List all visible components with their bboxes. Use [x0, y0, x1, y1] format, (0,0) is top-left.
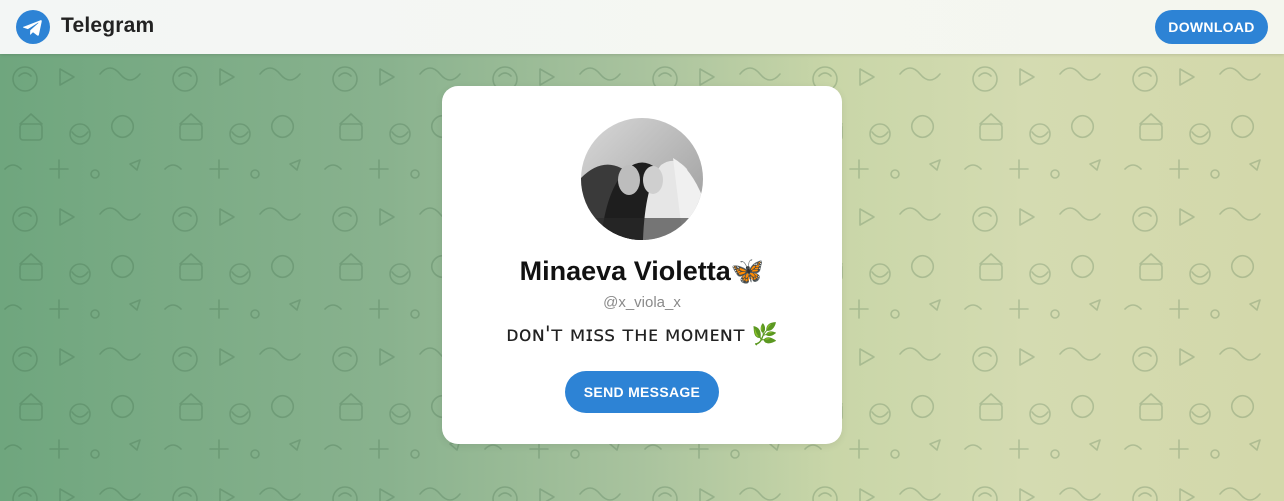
profile-username: @x_viola_x	[603, 294, 681, 311]
profile-bio: ᴅᴏɴ'ᴛ ᴍɪss ᴛʜᴇ ᴍᴏᴍᴇɴᴛ 🌿	[506, 322, 778, 346]
send-message-button[interactable]: SEND MESSAGE	[565, 371, 719, 413]
avatar	[581, 118, 703, 240]
telegram-logo-icon[interactable]	[16, 10, 50, 44]
brand-name[interactable]: Telegram	[61, 14, 154, 38]
profile-photo	[581, 118, 703, 240]
profile-name: Minaeva Violetta🦋	[519, 256, 765, 286]
telegram-profile-page: Telegram DOWNLOAD Minaeva Violetta🦋 @x_v…	[0, 0, 1284, 501]
download-button[interactable]: DOWNLOAD	[1155, 10, 1268, 44]
profile-card: Minaeva Violetta🦋 @x_viola_x ᴅᴏɴ'ᴛ ᴍɪss …	[442, 86, 842, 444]
top-header: Telegram DOWNLOAD	[0, 0, 1284, 54]
